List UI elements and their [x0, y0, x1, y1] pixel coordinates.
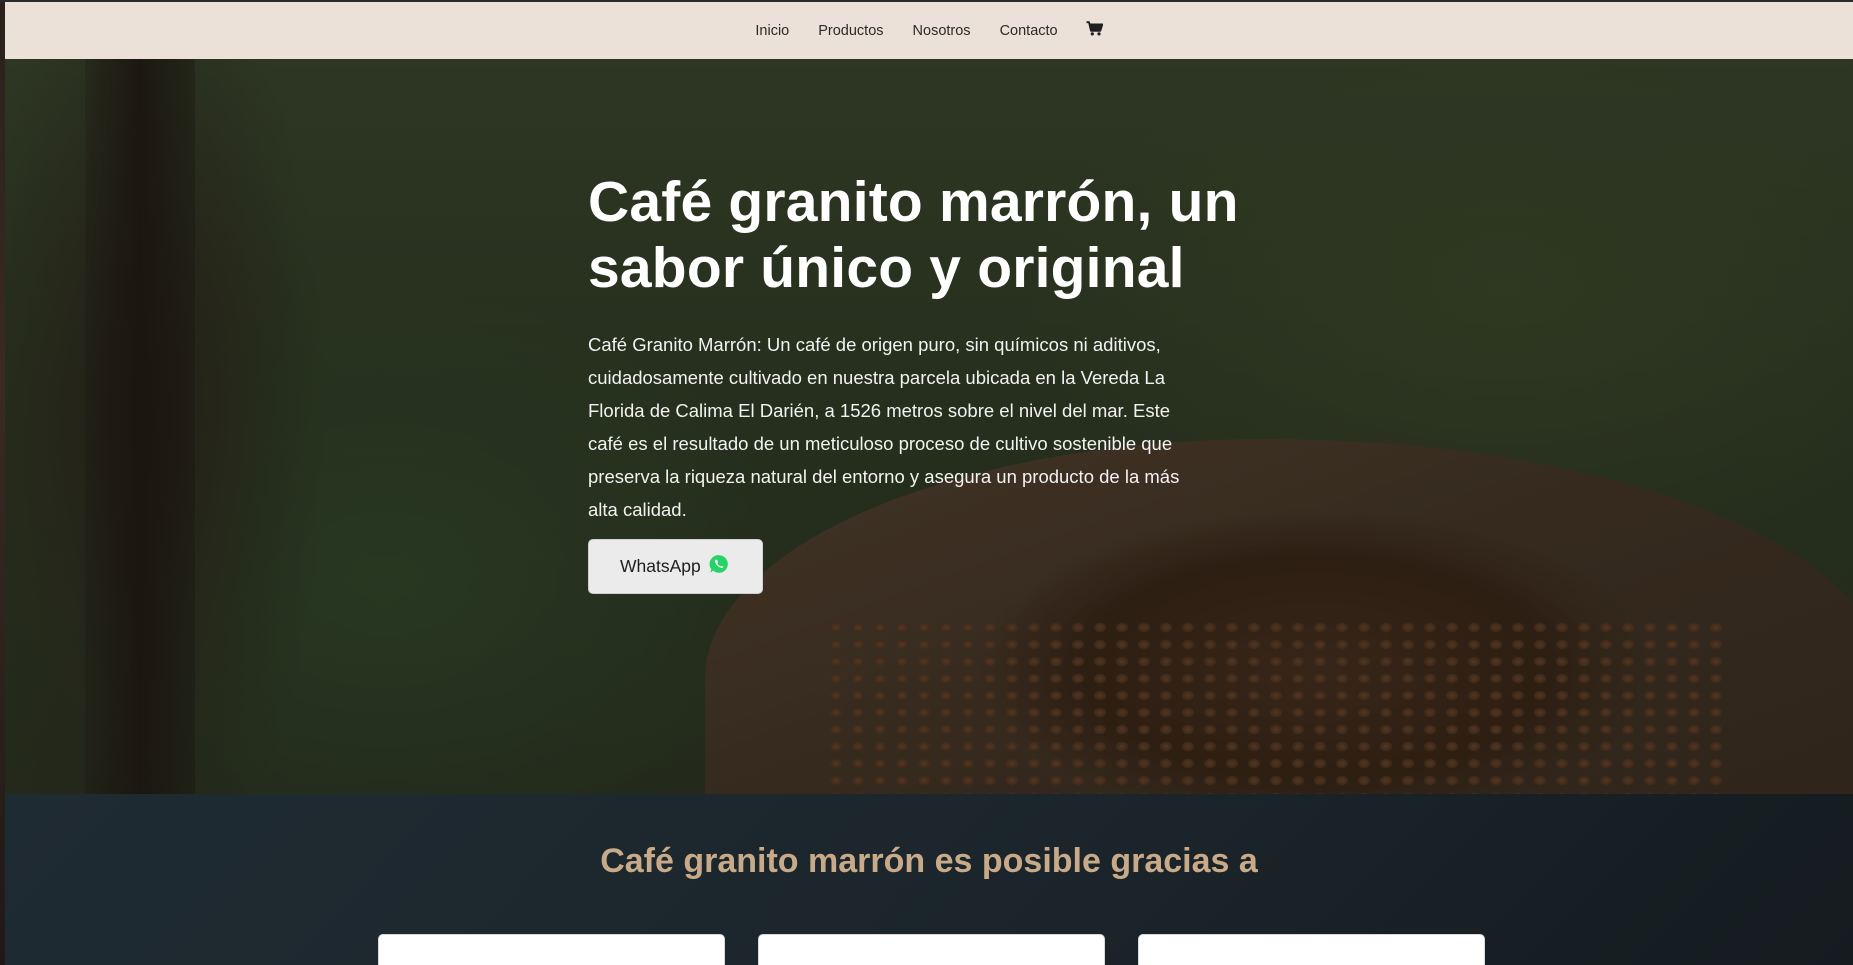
hero-description: Café Granito Marrón: Un café de origen p… [588, 334, 1180, 520]
hero-section: Café granito marrón, un sabor único y or… [5, 59, 1853, 794]
hero-content: Café granito marrón, un sabor único y or… [588, 169, 1328, 594]
shopping-cart-icon [1086, 20, 1104, 41]
partner-card [1138, 934, 1485, 965]
hero-title: Café granito marrón, un sabor único y or… [588, 170, 1239, 300]
nav-link-nosotros[interactable]: Nosotros [898, 23, 985, 39]
page: Inicio Productos Nosotros Contacto Café … [0, 0, 1853, 965]
whatsapp-icon [709, 554, 729, 574]
whatsapp-button-label: WhatsApp [620, 556, 701, 576]
nav-list: Inicio Productos Nosotros Contacto [741, 20, 1117, 41]
cart-link[interactable] [1072, 20, 1117, 41]
partners-section: Café granito marrón es posible gracias a [5, 794, 1853, 965]
partner-card [758, 934, 1105, 965]
partner-card [378, 934, 725, 965]
nav-link-inicio[interactable]: Inicio [741, 23, 804, 39]
navbar: Inicio Productos Nosotros Contacto [5, 2, 1853, 59]
whatsapp-button[interactable]: WhatsApp [588, 539, 763, 594]
nav-link-contacto[interactable]: Contacto [985, 23, 1072, 39]
partners-section-title: Café granito marrón es posible gracias a [600, 842, 1258, 880]
nav-link-productos[interactable]: Productos [804, 23, 898, 39]
